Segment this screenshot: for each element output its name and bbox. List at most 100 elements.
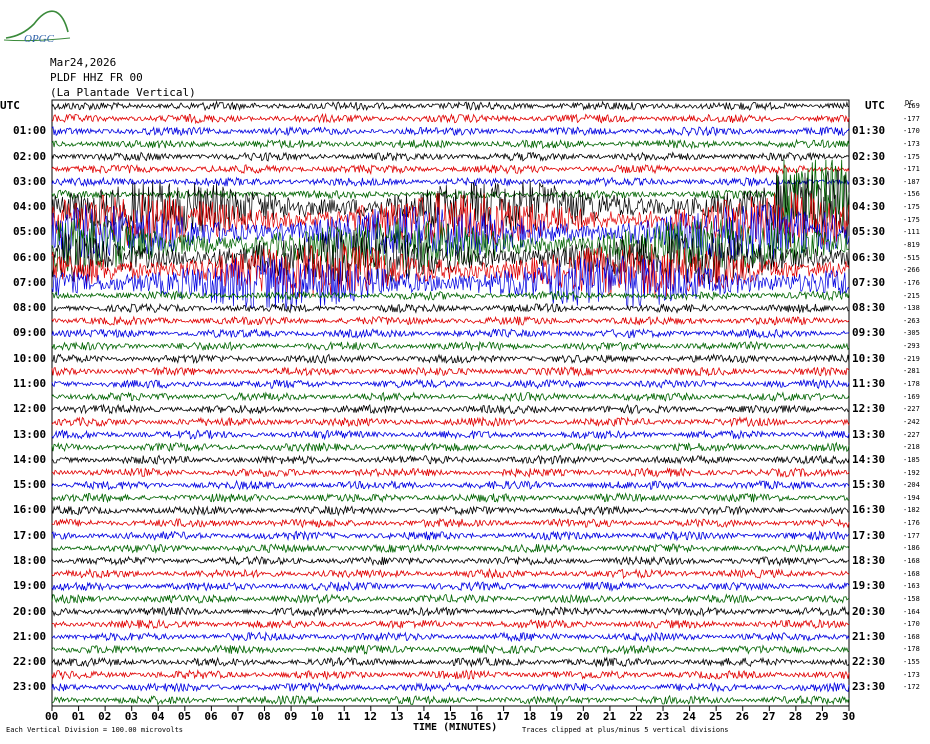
- dc-offset-label: -178: [903, 380, 920, 389]
- right-hour-label: 19:30: [852, 579, 886, 593]
- right-hour-label: 20:30: [852, 604, 886, 618]
- dc-offset-label: -173: [903, 139, 920, 148]
- x-tick-label: 10: [310, 710, 324, 723]
- trace-37: [51, 555, 850, 567]
- dc-offset-label: -263: [903, 316, 920, 325]
- trace-17: [51, 302, 850, 314]
- right-hour-label: 18:30: [852, 553, 886, 567]
- right-hour-label: 09:30: [852, 326, 886, 340]
- trace-20: [51, 340, 850, 352]
- right-hour-label: 15:30: [852, 478, 886, 492]
- trace-40: [51, 593, 850, 605]
- trace-41: [51, 605, 850, 618]
- dc-offset-label: -156: [903, 190, 920, 199]
- trace-45: [51, 656, 850, 668]
- dc-offset-label: -158: [903, 594, 920, 603]
- dc-offset-label: -175: [903, 152, 920, 161]
- trace-21: [51, 353, 850, 364]
- dc-offset-label: -163: [903, 582, 920, 591]
- x-tick-label: 11: [337, 710, 351, 723]
- trace-30: [51, 467, 850, 479]
- trace-19: [51, 327, 850, 339]
- dc-offset-label: -819: [903, 241, 920, 250]
- right-hour-label: 16:30: [852, 503, 886, 517]
- x-tick-label: 06: [204, 710, 218, 723]
- trace-16: [51, 290, 850, 302]
- trace-48: [52, 694, 850, 706]
- dc-offset-label: -111: [903, 228, 920, 237]
- x-tick-label: 24: [682, 710, 696, 723]
- dc-offset-label: -170: [903, 127, 920, 136]
- dc-offset-label: -155: [903, 658, 920, 667]
- dc-offset-label: -173: [903, 670, 920, 679]
- trace-35: [51, 530, 850, 542]
- dc-offset-label: -192: [903, 468, 920, 477]
- left-hour-label: 16:00: [13, 503, 47, 517]
- x-tick-label: 17: [496, 710, 510, 723]
- dc-offset-label: -305: [903, 329, 920, 338]
- right-hour-label: 01:30: [852, 124, 886, 138]
- trace-44: [51, 644, 850, 656]
- right-hour-label: 02:30: [852, 149, 886, 163]
- trace-3: [51, 125, 850, 137]
- trace-39: [51, 580, 850, 592]
- x-tick-label: 26: [735, 710, 749, 723]
- dc-offset-label: -168: [903, 569, 920, 578]
- right-hour-label: 03:30: [852, 174, 886, 188]
- right-hour-label: 13:30: [852, 427, 886, 441]
- x-tick-label: 02: [98, 710, 112, 723]
- trace-46: [51, 668, 850, 681]
- dc-offset-label: -164: [903, 607, 920, 616]
- trace-24: [51, 391, 850, 403]
- dc-offset-label: -169: [903, 392, 920, 401]
- x-tick-label: 01: [71, 710, 85, 723]
- right-hour-label: 07:30: [852, 275, 886, 289]
- right-hour-label: 04:30: [852, 200, 886, 214]
- left-hour-label: 03:00: [13, 174, 47, 188]
- left-hour-label: 07:00: [13, 275, 47, 289]
- dc-offset-label: -227: [903, 405, 920, 414]
- dc-offset-label: -281: [903, 367, 920, 376]
- dc-offset-label: -215: [903, 291, 920, 300]
- right-hour-label: 10:30: [852, 351, 886, 365]
- x-tick-label: 13: [390, 710, 404, 723]
- trace-36: [51, 542, 850, 554]
- dc-offset-label: -242: [903, 417, 920, 426]
- left-hour-label: 13:00: [13, 427, 47, 441]
- dc-offset-label: -186: [903, 544, 920, 553]
- dc-offset-label: -178: [903, 645, 920, 654]
- dc-offset-label: -185: [903, 455, 920, 464]
- left-hour-label: 22:00: [13, 655, 47, 669]
- right-hour-label: 12:30: [852, 402, 886, 416]
- dc-offset-label: -515: [903, 253, 920, 262]
- x-tick-label: 12: [363, 710, 378, 723]
- x-tick-label: 28: [788, 710, 803, 723]
- trace-47: [51, 681, 850, 694]
- left-hour-label: 12:00: [13, 402, 47, 416]
- trace-32: [51, 492, 850, 504]
- x-tick-label: 25: [709, 710, 723, 723]
- dc-offset-label: -175: [903, 215, 920, 224]
- x-axis-label: TIME (MINUTES): [413, 722, 498, 733]
- dc-offset-label: -219: [903, 354, 920, 363]
- left-hour-label: 11:00: [13, 377, 47, 391]
- dc-offset-label: -176: [903, 278, 920, 287]
- trace-34: [51, 517, 850, 529]
- x-tick-label: 20: [576, 710, 590, 723]
- trace-42: [51, 618, 850, 630]
- trace-22: [51, 366, 850, 377]
- left-hour-label: 08:00: [13, 301, 47, 315]
- trace-26: [51, 416, 850, 428]
- dc-offset-label: -168: [903, 556, 920, 565]
- right-hour-label: 14:30: [852, 452, 886, 466]
- trace-23: [51, 378, 850, 390]
- left-hour-label: 17:00: [13, 528, 47, 542]
- left-hour-label: 14:00: [13, 452, 47, 466]
- dc-offset-label: -218: [903, 443, 920, 452]
- left-hour-label: 05:00: [13, 225, 47, 239]
- dc-offset-label: -187: [903, 177, 920, 186]
- trace-2: [51, 112, 850, 125]
- dc-offset-label: -138: [903, 304, 920, 313]
- dc-offset-label: -168: [903, 632, 920, 641]
- dc-offset-label: -293: [903, 342, 920, 351]
